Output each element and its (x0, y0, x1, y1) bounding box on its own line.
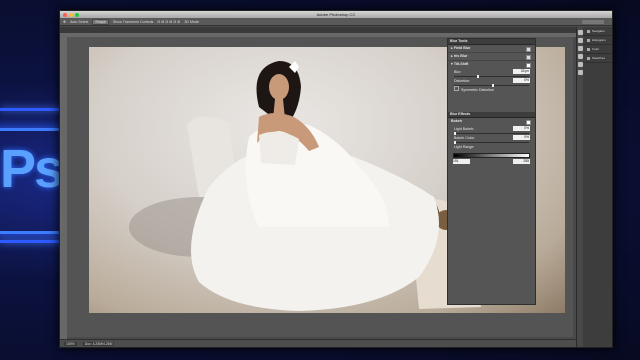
window-title: Adobe Photoshop CC (316, 12, 356, 17)
window-controls (63, 12, 79, 17)
dock-navigator[interactable]: Navigator (583, 27, 612, 36)
iris-blur-row[interactable]: ▸ Iris Blur (448, 53, 535, 61)
field-blur-checkbox[interactable] (526, 47, 531, 52)
options-bar: ✥ Auto Select Shape Show Transform Contr… (60, 18, 612, 26)
panel-spacer (448, 94, 535, 112)
color-icon (587, 47, 590, 51)
align-icons[interactable]: ⊟ ⊞ ⊟ ⊞ ⊟ ⊞ (157, 20, 180, 24)
blur-value-field[interactable]: 33 px (513, 69, 530, 74)
dock-histogram-label: Histogram (592, 38, 606, 42)
swatches-icon (587, 56, 590, 60)
light-bokeh-label: Light Bokeh: (454, 127, 474, 131)
move-tool-icon[interactable]: ✥ (63, 20, 66, 24)
blur-gallery-panel: Blur Tools ▸ Field Blur ▸ Iris Blur ▾ Ti… (447, 38, 536, 305)
iris-blur-checkbox[interactable] (526, 55, 531, 60)
tilt-shift-row[interactable]: ▾ Tilt-Shift (448, 61, 535, 68)
bokeh-label: Bokeh (451, 119, 462, 123)
minimize-button[interactable] (69, 12, 73, 17)
close-button[interactable] (63, 12, 67, 17)
light-range-label: Light Range: (454, 145, 475, 149)
status-bar: 100% Doc: 4.25M/4.25M (60, 339, 576, 347)
symmetric-distortion-checkbox[interactable] (454, 86, 459, 91)
symmetric-distortion-row[interactable]: Symmetric Distortion (448, 86, 535, 94)
range-low-field[interactable]: 191 (453, 159, 470, 164)
dock-navigator-label: Navigator (592, 29, 605, 33)
zoom-button[interactable] (75, 12, 79, 17)
iris-blur-label: Iris Blur (453, 54, 468, 58)
range-high-field[interactable]: 255 (513, 159, 530, 164)
blur-label: Blur: (454, 70, 462, 74)
bokeh-color-label: Bokeh Color: (454, 136, 475, 140)
photoshop-window: Adobe Photoshop CC ✥ Auto Select Shape S… (59, 10, 613, 348)
field-blur-row[interactable]: ▸ Field Blur (448, 45, 535, 53)
distortion-label: Distortion: (454, 79, 471, 83)
distortion-value-field[interactable]: 0% (513, 78, 530, 83)
dock-histogram[interactable]: Histogram (583, 36, 612, 45)
field-blur-label: Field Blur (453, 46, 471, 50)
show-transform-checkbox[interactable]: Show Transform Controls (113, 20, 154, 24)
blur-amount-control: Blur: 33 px (448, 68, 535, 76)
3d-mode-label: 3D Mode (184, 19, 200, 24)
vertical-ruler (60, 33, 67, 339)
dock-swatches[interactable]: Swatches (583, 54, 612, 63)
bokeh-row[interactable]: Bokeh (448, 118, 535, 125)
light-bokeh-control: Light Bokeh: 0% (448, 125, 535, 133)
title-bar: Adobe Photoshop CC (60, 11, 612, 18)
auto-select-checkbox[interactable]: Auto Select (70, 20, 88, 24)
workspace-switcher[interactable] (582, 19, 604, 24)
dock-color[interactable]: Color (583, 45, 612, 54)
light-range-control: Light Range: (448, 143, 535, 151)
dock-swatches-label: Swatches (592, 56, 606, 60)
light-bokeh-value-field[interactable]: 0% (513, 126, 530, 131)
canvas-area[interactable]: Blur Tools ▸ Field Blur ▸ Iris Blur ▾ Ti… (67, 37, 573, 337)
symmetric-distortion-label: Symmetric Distortion (461, 88, 495, 92)
bokeh-color-value-field[interactable]: 0% (513, 135, 530, 140)
tilt-shift-label: Tilt-Shift (453, 62, 469, 66)
zoom-level[interactable]: 100% (64, 341, 77, 346)
dock-color-label: Color (592, 47, 600, 51)
navigator-icon (587, 29, 590, 33)
histogram-icon (587, 38, 590, 42)
light-range-values: 191 255 (448, 158, 535, 166)
document-size[interactable]: Doc: 4.25M/4.25M (82, 341, 115, 346)
bokeh-color-control: Bokeh Color: 0% (448, 134, 535, 142)
shape-dropdown[interactable]: Shape (92, 18, 109, 25)
photoshop-logo-text: Ps (0, 139, 64, 199)
collapsed-panel-dock: Navigator Histogram Color Swatches (583, 27, 612, 347)
